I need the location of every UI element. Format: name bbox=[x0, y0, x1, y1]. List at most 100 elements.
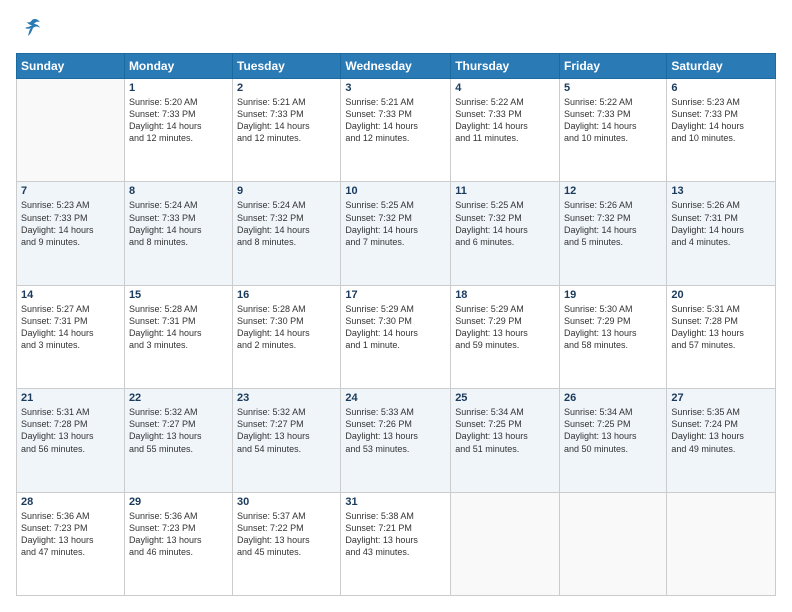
calendar-cell bbox=[667, 492, 776, 595]
day-number: 8 bbox=[129, 185, 228, 197]
day-number: 16 bbox=[237, 289, 336, 301]
calendar-cell: 2 Sunrise: 5:21 AM Sunset: 7:33 PM Daylig… bbox=[233, 79, 341, 182]
day-number: 23 bbox=[237, 392, 336, 404]
calendar-cell: 7 Sunrise: 5:23 AM Sunset: 7:33 PM Daylig… bbox=[17, 182, 125, 285]
day-info: Sunrise: 5:37 AM Sunset: 7:22 PM Dayligh… bbox=[237, 510, 336, 559]
day-info: Sunrise: 5:34 AM Sunset: 7:25 PM Dayligh… bbox=[455, 406, 555, 455]
calendar-cell: 29 Sunrise: 5:36 AM Sunset: 7:23 PM Dayli… bbox=[124, 492, 232, 595]
day-info: Sunrise: 5:36 AM Sunset: 7:23 PM Dayligh… bbox=[129, 510, 228, 559]
calendar-cell: 21 Sunrise: 5:31 AM Sunset: 7:28 PM Dayli… bbox=[17, 389, 125, 492]
calendar-cell: 4Sunrise: 5:22 AM Sunset: 7:33 PM Daylig… bbox=[451, 79, 560, 182]
day-number: 11 bbox=[455, 185, 555, 197]
calendar-table: SundayMondayTuesdayWednesdayThursdayFrid… bbox=[16, 53, 776, 596]
calendar-week-row: 14 Sunrise: 5:27 AM Sunset: 7:31 PM Dayli… bbox=[17, 285, 776, 388]
calendar-cell: 6Sunrise: 5:23 AM Sunset: 7:33 PM Daylig… bbox=[667, 79, 776, 182]
page-header bbox=[16, 16, 776, 43]
calendar-cell: 17 Sunrise: 5:29 AM Sunset: 7:30 PM Dayli… bbox=[341, 285, 451, 388]
logo-bird-icon bbox=[20, 16, 42, 43]
calendar-cell: 11 Sunrise: 5:25 AM Sunset: 7:32 PM Dayli… bbox=[451, 182, 560, 285]
calendar-cell: 9 Sunrise: 5:24 AM Sunset: 7:32 PM Daylig… bbox=[233, 182, 341, 285]
calendar-week-row: 21 Sunrise: 5:31 AM Sunset: 7:28 PM Dayli… bbox=[17, 389, 776, 492]
calendar-cell: 3 Sunrise: 5:21 AM Sunset: 7:33 PM Daylig… bbox=[341, 79, 451, 182]
day-info: Sunrise: 5:35 AM Sunset: 7:24 PM Dayligh… bbox=[671, 406, 771, 455]
day-number: 9 bbox=[237, 185, 336, 197]
calendar-cell: 20 Sunrise: 5:31 AM Sunset: 7:28 PM Dayli… bbox=[667, 285, 776, 388]
day-info: Sunrise: 5:23 AM Sunset: 7:33 PM Dayligh… bbox=[21, 199, 120, 248]
weekday-header-saturday: Saturday bbox=[667, 54, 776, 79]
day-info: Sunrise: 5:36 AM Sunset: 7:23 PM Dayligh… bbox=[21, 510, 120, 559]
weekday-header-tuesday: Tuesday bbox=[233, 54, 341, 79]
day-info: Sunrise: 5:32 AM Sunset: 7:27 PM Dayligh… bbox=[129, 406, 228, 455]
day-info: Sunrise: 5:21 AM Sunset: 7:33 PM Dayligh… bbox=[237, 96, 336, 145]
calendar-cell: 28 Sunrise: 5:36 AM Sunset: 7:23 PM Dayli… bbox=[17, 492, 125, 595]
calendar-cell: 5Sunrise: 5:22 AM Sunset: 7:33 PM Daylig… bbox=[560, 79, 667, 182]
day-number: 17 bbox=[345, 289, 446, 301]
calendar-cell: 26 Sunrise: 5:34 AM Sunset: 7:25 PM Dayli… bbox=[560, 389, 667, 492]
day-number: 30 bbox=[237, 496, 336, 508]
day-info: Sunrise: 5:32 AM Sunset: 7:27 PM Dayligh… bbox=[237, 406, 336, 455]
day-info: Sunrise: 5:20 AM Sunset: 7:33 PM Dayligh… bbox=[129, 96, 228, 145]
weekday-header-sunday: Sunday bbox=[17, 54, 125, 79]
calendar-cell bbox=[451, 492, 560, 595]
day-info: Sunrise: 5:25 AM Sunset: 7:32 PM Dayligh… bbox=[455, 199, 555, 248]
calendar-cell: 15Sunrise: 5:28 AM Sunset: 7:31 PM Dayli… bbox=[124, 285, 232, 388]
calendar-cell: 24Sunrise: 5:33 AM Sunset: 7:26 PM Dayli… bbox=[341, 389, 451, 492]
day-info: Sunrise: 5:26 AM Sunset: 7:31 PM Dayligh… bbox=[671, 199, 771, 248]
day-number: 19 bbox=[564, 289, 662, 301]
day-info: Sunrise: 5:30 AM Sunset: 7:29 PM Dayligh… bbox=[564, 303, 662, 352]
day-info: Sunrise: 5:38 AM Sunset: 7:21 PM Dayligh… bbox=[345, 510, 446, 559]
calendar-cell: 1 Sunrise: 5:20 AM Sunset: 7:33 PM Daylig… bbox=[124, 79, 232, 182]
day-number: 27 bbox=[671, 392, 771, 404]
day-number: 31 bbox=[345, 496, 446, 508]
day-info: Sunrise: 5:34 AM Sunset: 7:25 PM Dayligh… bbox=[564, 406, 662, 455]
day-number: 10 bbox=[345, 185, 446, 197]
calendar-cell: 8Sunrise: 5:24 AM Sunset: 7:33 PM Daylig… bbox=[124, 182, 232, 285]
calendar-cell: 31 Sunrise: 5:38 AM Sunset: 7:21 PM Dayli… bbox=[341, 492, 451, 595]
calendar-cell: 14 Sunrise: 5:27 AM Sunset: 7:31 PM Dayli… bbox=[17, 285, 125, 388]
day-info: Sunrise: 5:31 AM Sunset: 7:28 PM Dayligh… bbox=[671, 303, 771, 352]
day-number: 7 bbox=[21, 185, 120, 197]
calendar-cell: 19 Sunrise: 5:30 AM Sunset: 7:29 PM Dayli… bbox=[560, 285, 667, 388]
calendar-cell: 10 Sunrise: 5:25 AM Sunset: 7:32 PM Dayli… bbox=[341, 182, 451, 285]
day-info: Sunrise: 5:28 AM Sunset: 7:30 PM Dayligh… bbox=[237, 303, 336, 352]
day-number: 22 bbox=[129, 392, 228, 404]
day-number: 14 bbox=[21, 289, 120, 301]
calendar-cell: 27 Sunrise: 5:35 AM Sunset: 7:24 PM Dayli… bbox=[667, 389, 776, 492]
calendar-cell: 22 Sunrise: 5:32 AM Sunset: 7:27 PM Dayli… bbox=[124, 389, 232, 492]
day-number: 1 bbox=[129, 82, 228, 94]
calendar-cell: 18 Sunrise: 5:29 AM Sunset: 7:29 PM Dayli… bbox=[451, 285, 560, 388]
calendar-cell bbox=[17, 79, 125, 182]
calendar-week-row: 1 Sunrise: 5:20 AM Sunset: 7:33 PM Daylig… bbox=[17, 79, 776, 182]
day-info: Sunrise: 5:23 AM Sunset: 7:33 PM Dayligh… bbox=[671, 96, 771, 145]
calendar-cell: 13 Sunrise: 5:26 AM Sunset: 7:31 PM Dayli… bbox=[667, 182, 776, 285]
day-number: 28 bbox=[21, 496, 120, 508]
day-number: 29 bbox=[129, 496, 228, 508]
day-info: Sunrise: 5:29 AM Sunset: 7:29 PM Dayligh… bbox=[455, 303, 555, 352]
day-info: Sunrise: 5:21 AM Sunset: 7:33 PM Dayligh… bbox=[345, 96, 446, 145]
day-number: 13 bbox=[671, 185, 771, 197]
day-number: 26 bbox=[564, 392, 662, 404]
day-number: 20 bbox=[671, 289, 771, 301]
calendar-cell: 12Sunrise: 5:26 AM Sunset: 7:32 PM Dayli… bbox=[560, 182, 667, 285]
day-info: Sunrise: 5:29 AM Sunset: 7:30 PM Dayligh… bbox=[345, 303, 446, 352]
day-number: 21 bbox=[21, 392, 120, 404]
weekday-header-friday: Friday bbox=[560, 54, 667, 79]
calendar-cell: 16 Sunrise: 5:28 AM Sunset: 7:30 PM Dayli… bbox=[233, 285, 341, 388]
weekday-header-row: SundayMondayTuesdayWednesdayThursdayFrid… bbox=[17, 54, 776, 79]
day-number: 12 bbox=[564, 185, 662, 197]
day-number: 5 bbox=[564, 82, 662, 94]
calendar-week-row: 7 Sunrise: 5:23 AM Sunset: 7:33 PM Daylig… bbox=[17, 182, 776, 285]
day-number: 3 bbox=[345, 82, 446, 94]
day-info: Sunrise: 5:31 AM Sunset: 7:28 PM Dayligh… bbox=[21, 406, 120, 455]
weekday-header-thursday: Thursday bbox=[451, 54, 560, 79]
day-number: 18 bbox=[455, 289, 555, 301]
calendar-week-row: 28 Sunrise: 5:36 AM Sunset: 7:23 PM Dayli… bbox=[17, 492, 776, 595]
day-number: 2 bbox=[237, 82, 336, 94]
calendar-cell: 23 Sunrise: 5:32 AM Sunset: 7:27 PM Dayli… bbox=[233, 389, 341, 492]
calendar-cell bbox=[560, 492, 667, 595]
day-info: Sunrise: 5:25 AM Sunset: 7:32 PM Dayligh… bbox=[345, 199, 446, 248]
day-info: Sunrise: 5:27 AM Sunset: 7:31 PM Dayligh… bbox=[21, 303, 120, 352]
day-info: Sunrise: 5:24 AM Sunset: 7:32 PM Dayligh… bbox=[237, 199, 336, 248]
logo bbox=[16, 16, 42, 43]
day-number: 25 bbox=[455, 392, 555, 404]
